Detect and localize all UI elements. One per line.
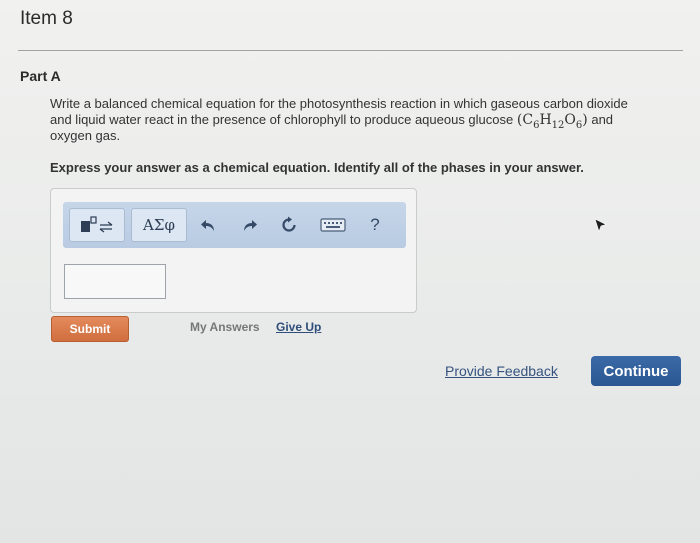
answer-panel: ΑΣφ ? bbox=[50, 188, 417, 313]
reset-button[interactable] bbox=[271, 202, 307, 248]
answer-input[interactable] bbox=[64, 264, 166, 299]
question-text: Write a balanced chemical equation for t… bbox=[50, 96, 650, 144]
my-answers-label: My Answers bbox=[190, 320, 260, 334]
templates-icon bbox=[69, 208, 125, 242]
redo-icon bbox=[244, 220, 257, 231]
answer-instruction: Express your answer as a chemical equati… bbox=[50, 160, 584, 175]
keyboard-button[interactable] bbox=[313, 202, 353, 248]
help-button[interactable]: ? bbox=[357, 202, 393, 248]
undo-button[interactable] bbox=[191, 202, 227, 248]
submit-button[interactable]: Submit bbox=[51, 316, 129, 342]
greek-symbols-button[interactable]: ΑΣφ bbox=[131, 202, 187, 248]
math-toolbar: ΑΣφ ? bbox=[63, 202, 406, 248]
keyboard-icon bbox=[320, 218, 346, 232]
glucose-formula: (C6H12O6) bbox=[516, 112, 588, 131]
provide-feedback-link[interactable]: Provide Feedback bbox=[445, 363, 558, 379]
item-title: Item 8 bbox=[20, 8, 73, 29]
continue-button[interactable]: Continue bbox=[591, 356, 681, 386]
mouse-cursor-icon bbox=[594, 218, 607, 233]
give-up-link[interactable]: Give Up bbox=[276, 320, 321, 334]
redo-button[interactable] bbox=[231, 202, 267, 248]
reset-icon bbox=[282, 216, 296, 232]
part-title: Part A bbox=[20, 68, 61, 84]
greek-symbols-label: ΑΣφ bbox=[131, 208, 187, 242]
undo-icon bbox=[201, 220, 214, 231]
templates-button[interactable] bbox=[69, 202, 125, 248]
header-divider bbox=[18, 50, 683, 51]
